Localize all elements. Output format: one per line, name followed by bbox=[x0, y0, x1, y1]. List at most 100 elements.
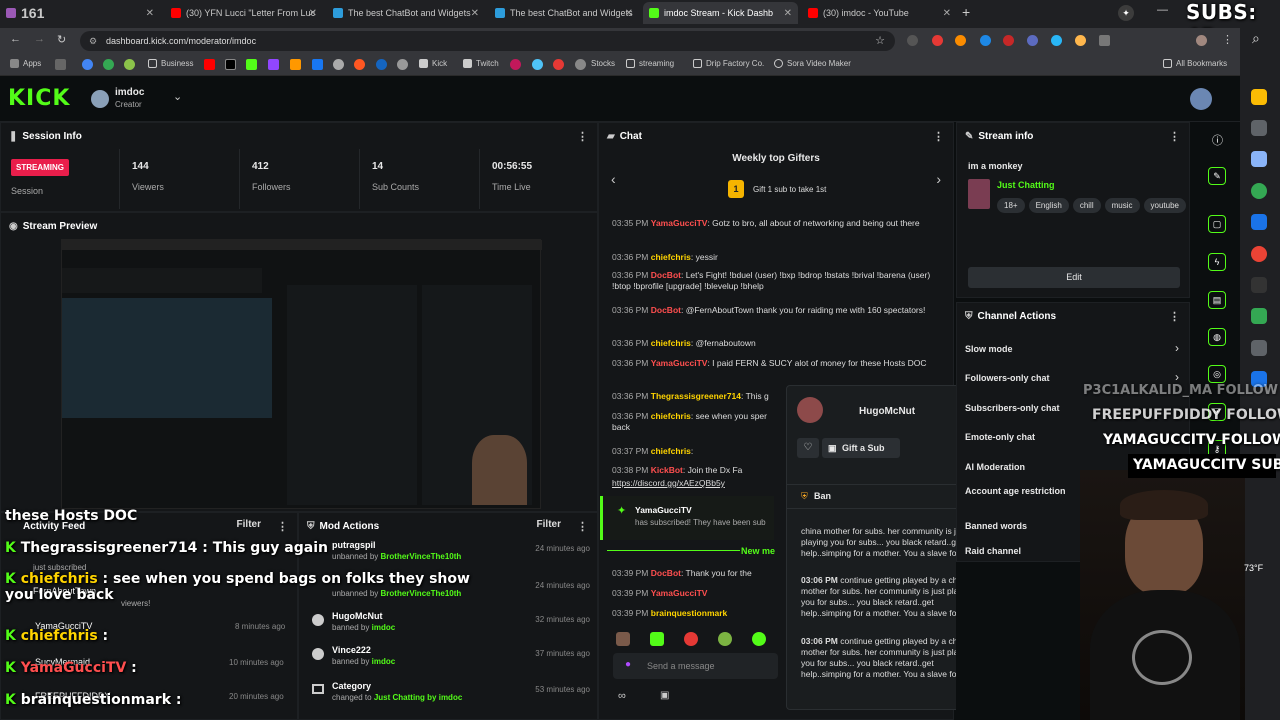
side-panel-icon[interactable] bbox=[1251, 246, 1267, 262]
channel-action-raid[interactable]: Raid channel bbox=[965, 546, 1021, 556]
channel-action-banned-words[interactable]: Banned words bbox=[965, 521, 1027, 531]
mod-action-by[interactable]: imdoc bbox=[372, 623, 396, 632]
emote-icon[interactable] bbox=[684, 632, 698, 646]
emote-icon[interactable] bbox=[752, 632, 766, 646]
facebook-icon[interactable] bbox=[312, 59, 323, 70]
channel-action-emote-only[interactable]: Emote-only chat bbox=[965, 432, 1035, 442]
bookmark-favicon-icon[interactable] bbox=[333, 59, 344, 70]
chat-username[interactable]: Thegrassisgreener714 bbox=[651, 391, 741, 401]
bookmark-stocks[interactable]: Stocks bbox=[578, 59, 615, 68]
screen-icon[interactable]: ▢ bbox=[1208, 215, 1226, 233]
bookmark-favicon-icon[interactable] bbox=[397, 59, 408, 70]
side-panel-icon[interactable] bbox=[1251, 277, 1267, 293]
url-input[interactable]: ⚙ dashboard.kick.com/moderator/imdoc ☆ bbox=[80, 31, 895, 51]
bookmark-favicon-icon[interactable] bbox=[553, 59, 564, 70]
chat-username[interactable]: chiefchris bbox=[651, 446, 691, 456]
chevron-left-icon[interactable]: ‹ bbox=[611, 171, 616, 187]
bookmark-favicon-icon[interactable] bbox=[124, 59, 135, 70]
close-icon[interactable]: ✕ bbox=[146, 8, 154, 19]
kick-icon[interactable] bbox=[246, 59, 257, 70]
bookmark-favicon-icon[interactable] bbox=[376, 59, 387, 70]
google-icon[interactable] bbox=[82, 59, 93, 70]
chat-username[interactable]: YamaGucciTV bbox=[651, 588, 708, 598]
stream-preview-video[interactable] bbox=[61, 239, 542, 509]
side-panel-icon[interactable] bbox=[1251, 89, 1267, 105]
close-icon[interactable]: ✕ bbox=[309, 8, 317, 19]
chat-bubble-icon[interactable]: ◍ bbox=[1208, 328, 1226, 346]
reload-icon[interactable]: ↻ bbox=[57, 33, 66, 46]
emote-picker-icon[interactable]: ∞ bbox=[618, 690, 626, 702]
gift-sub-button[interactable]: ▣ Gift a Sub bbox=[822, 438, 900, 458]
emote-icon[interactable] bbox=[718, 632, 732, 646]
site-info-icon[interactable]: ⚙ bbox=[89, 31, 97, 51]
browser-tab[interactable]: (30) YFN Lucci "Letter From Luc ✕ bbox=[165, 2, 323, 24]
lightning-icon[interactable]: ϟ bbox=[1208, 253, 1226, 271]
chevron-right-icon[interactable]: › bbox=[936, 171, 941, 187]
kebab-menu-icon[interactable]: ⋮ bbox=[577, 520, 588, 533]
browser-tab[interactable]: (30) imdoc - YouTube ✕ bbox=[802, 2, 957, 24]
edit-button[interactable]: Edit bbox=[968, 267, 1180, 288]
channel-action-account-age[interactable]: Account age restriction bbox=[965, 486, 1066, 496]
bookmark-favicon-icon[interactable] bbox=[290, 59, 301, 70]
browser-tab-active[interactable]: imdoc Stream - Kick Dashb ✕ bbox=[643, 2, 798, 24]
mod-action-by[interactable]: BrotherVinceThe10th bbox=[381, 552, 462, 561]
channel-action-subscribers-only[interactable]: Subscribers-only chat bbox=[965, 403, 1060, 413]
mod-action-by[interactable]: imdoc bbox=[372, 657, 396, 666]
bookmark-sora[interactable]: Sora Video Maker bbox=[774, 59, 851, 68]
close-icon[interactable]: ✕ bbox=[943, 8, 951, 19]
sparkle-icon[interactable]: ✦ bbox=[1118, 5, 1134, 21]
chat-username[interactable]: chiefchris bbox=[651, 338, 691, 348]
tag[interactable]: music bbox=[1104, 198, 1140, 213]
kebab-menu-icon[interactable]: ⋮ bbox=[277, 520, 288, 533]
browser-tab[interactable]: 161 ✕ bbox=[0, 2, 160, 24]
bookmark-streaming[interactable]: streaming bbox=[626, 59, 674, 68]
chat-link[interactable]: https://discord.gg/xAEzQBb5y bbox=[612, 478, 725, 488]
bookmark-all[interactable]: All Bookmarks bbox=[1163, 59, 1227, 68]
side-panel-icon[interactable] bbox=[1251, 340, 1267, 356]
chat-username[interactable]: KickBot bbox=[651, 465, 683, 475]
broadcast-icon[interactable]: ◎ bbox=[1208, 365, 1226, 383]
back-arrow-icon[interactable]: ← bbox=[10, 33, 21, 45]
grid-icon[interactable] bbox=[55, 59, 66, 70]
youtube-icon[interactable] bbox=[204, 59, 215, 70]
tag[interactable]: youtube bbox=[1143, 198, 1186, 213]
extension-icon[interactable] bbox=[1075, 35, 1086, 46]
chat-username[interactable]: YamaGucciTV bbox=[651, 358, 708, 368]
chat-username[interactable]: chiefchris bbox=[651, 252, 691, 262]
kebab-menu-icon[interactable]: ⋮ bbox=[577, 130, 588, 143]
side-panel-icon[interactable] bbox=[1251, 308, 1267, 324]
menu-kebab-icon[interactable]: ⋮ bbox=[1222, 33, 1233, 46]
microphone-icon[interactable]: ● bbox=[625, 659, 631, 670]
side-panel-icon[interactable] bbox=[1251, 151, 1267, 167]
bookmark-star-icon[interactable]: ☆ bbox=[875, 31, 885, 51]
gear-icon[interactable] bbox=[1251, 120, 1267, 136]
browser-tab[interactable]: The best ChatBot and Widgets ✕ bbox=[489, 2, 639, 24]
tag[interactable]: English bbox=[1028, 198, 1069, 213]
bookmark-apps[interactable]: Apps bbox=[10, 59, 41, 68]
user-card-name[interactable]: HugoMcNut bbox=[859, 406, 915, 417]
channel-action-slow-mode[interactable]: Slow mode bbox=[965, 344, 1013, 354]
extension-icon[interactable] bbox=[980, 35, 991, 46]
bookmark-favicon-icon[interactable] bbox=[532, 59, 543, 70]
extension-icon[interactable] bbox=[955, 35, 966, 46]
emote-icon[interactable] bbox=[616, 632, 630, 646]
chat-username[interactable]: DocBot bbox=[651, 270, 681, 280]
channel-action-followers-only[interactable]: Followers-only chat bbox=[965, 373, 1050, 383]
clipboard-icon[interactable]: ▤ bbox=[1208, 291, 1226, 309]
profile-avatar-icon[interactable] bbox=[1196, 35, 1207, 46]
bookmark-favicon-icon[interactable] bbox=[354, 59, 365, 70]
kebab-menu-icon[interactable]: ⋮ bbox=[1169, 130, 1180, 143]
pencil-icon[interactable]: ✎ bbox=[1208, 167, 1226, 185]
tag[interactable]: 18+ bbox=[997, 198, 1025, 213]
new-tab-plus-icon[interactable]: + bbox=[962, 4, 970, 20]
extension-icon[interactable] bbox=[907, 35, 918, 46]
extension-icon[interactable] bbox=[1051, 35, 1062, 46]
kebab-menu-icon[interactable]: ⋮ bbox=[1169, 310, 1180, 323]
twitch-icon[interactable] bbox=[268, 59, 279, 70]
kebab-menu-icon[interactable]: ⋮ bbox=[933, 130, 944, 143]
bookmark-favicon-icon[interactable] bbox=[510, 59, 521, 70]
search-icon[interactable]: ⌕ bbox=[1252, 30, 1260, 47]
chat-username[interactable]: YamaGucciTV bbox=[651, 218, 708, 228]
chat-username[interactable]: brainquestionmark bbox=[651, 608, 728, 618]
channel-action-ai-moderation[interactable]: AI Moderation bbox=[965, 462, 1025, 472]
